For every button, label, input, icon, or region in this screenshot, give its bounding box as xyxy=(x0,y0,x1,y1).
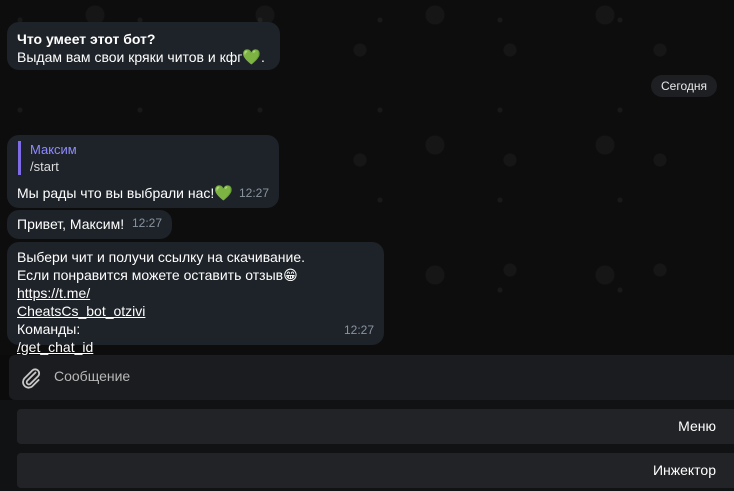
chat-area[interactable]: Что умеет этот бот? Выдам вам свои кряки… xyxy=(0,0,734,355)
bot-keyboard: Меню Инжектор xyxy=(0,400,734,491)
instructions-line-5: /get_chat_id xyxy=(17,338,374,355)
bot-info-bubble: Что умеет этот бот? Выдам вам свои кряки… xyxy=(7,22,280,70)
bot-info-text-line: Выдам вам свои кряки читов и кфг💚. xyxy=(17,48,270,67)
welcome-text: Мы рады что вы выбрали нас! xyxy=(17,185,215,201)
green-heart-icon: 💚 xyxy=(242,49,262,66)
paperclip-icon[interactable] xyxy=(19,366,43,390)
command-link[interactable]: /get_chat_id xyxy=(17,339,93,355)
bot-info-text: Выдам вам свои кряки читов и кфг xyxy=(17,49,243,65)
review-link[interactable]: https://t.me/ xyxy=(17,285,90,301)
message-composer[interactable]: Сообщение xyxy=(9,355,734,400)
grin-emoji-icon: 😁 xyxy=(283,267,298,283)
reply-author: Максим xyxy=(30,142,77,157)
commands-label: Команды: xyxy=(17,321,81,337)
instructions-line-2: Если понравится можете оставить отзыв😁 h… xyxy=(17,266,374,302)
message-time: 12:27 xyxy=(131,216,162,230)
welcome-message-bubble: Максим /start Мы рады что вы выбрали нас… xyxy=(7,135,279,208)
instructions-line-3: CheatsCs_bot_otzivi xyxy=(17,302,374,320)
instructions-text: Если понравится можете оставить отзыв xyxy=(17,267,284,283)
keyboard-button-label: Инжектор xyxy=(652,462,716,478)
review-link-continued[interactable]: CheatsCs_bot_otzivi xyxy=(17,303,145,319)
date-separator: Сегодня xyxy=(651,75,717,97)
bot-info-trail: . xyxy=(261,49,265,65)
reply-text: /start xyxy=(30,159,59,174)
message-input[interactable]: Сообщение xyxy=(54,368,130,384)
green-heart-icon: 💚 xyxy=(214,185,233,202)
message-time: 12:27 xyxy=(238,186,269,200)
instructions-message-bubble: Выбери чит и получи ссылку на скачивание… xyxy=(7,242,384,355)
reply-quote[interactable]: Максим /start xyxy=(18,141,269,175)
keyboard-button-injector[interactable]: Инжектор xyxy=(17,453,734,488)
keyboard-button-label: Меню xyxy=(678,418,716,434)
welcome-text-line: Мы рады что вы выбрали нас!💚 xyxy=(17,184,269,203)
instructions-line-1: Выбери чит и получи ссылку на скачивание… xyxy=(17,249,306,265)
greeting-message-bubble: Привет, Максим! 12:27 xyxy=(7,210,172,239)
message-time: 12:27 xyxy=(343,323,374,337)
bot-info-title: Что умеет этот бот? xyxy=(17,31,156,47)
keyboard-button-menu[interactable]: Меню xyxy=(17,409,734,444)
greeting-text: Привет, Максим! xyxy=(17,216,125,232)
